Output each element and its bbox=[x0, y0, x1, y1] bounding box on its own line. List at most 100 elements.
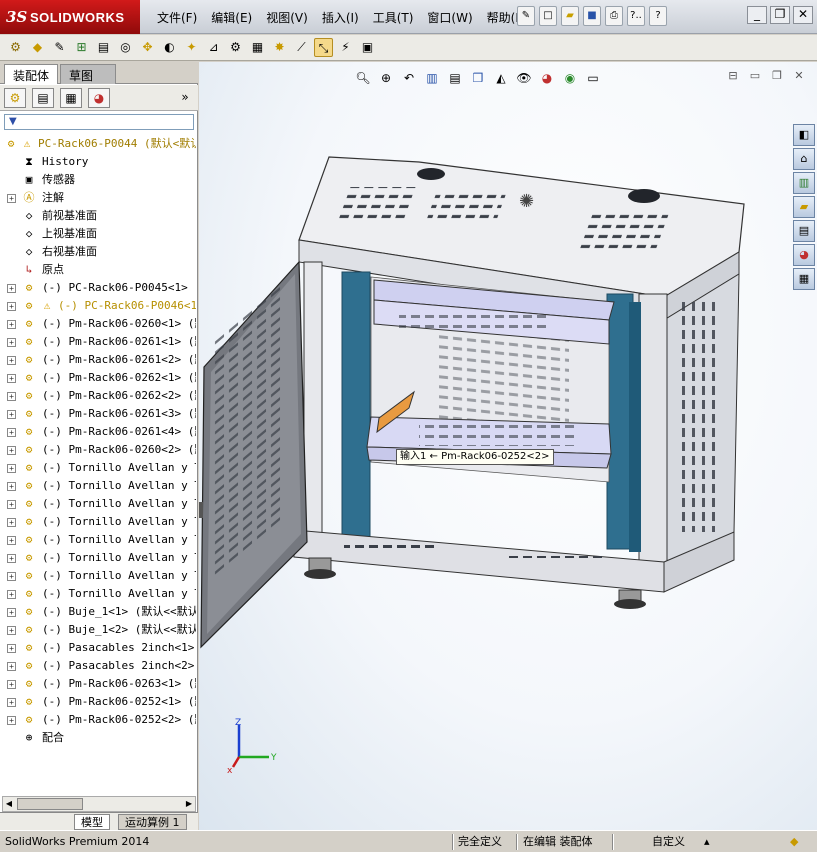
expand-icon[interactable]: + bbox=[7, 428, 16, 437]
y-axis-label: Y bbox=[270, 753, 277, 763]
part-icon: ⚙ bbox=[25, 389, 33, 402]
menu-view[interactable]: 视图(V) bbox=[259, 9, 315, 26]
expand-icon[interactable]: + bbox=[7, 410, 16, 419]
rebuild-tag-icon[interactable]: ◆ bbox=[790, 834, 798, 850]
expand-icon[interactable]: + bbox=[7, 500, 16, 509]
tab-motion-study[interactable]: 运动算例 1 bbox=[118, 814, 187, 830]
x-axis bbox=[231, 756, 241, 768]
status-defined: 完全定义 bbox=[458, 835, 502, 848]
rack-cabinet-model[interactable]: ✺ bbox=[199, 62, 817, 830]
expand-icon[interactable]: + bbox=[7, 518, 16, 527]
pin-icon[interactable]: ✎ bbox=[517, 6, 535, 26]
smart-fasteners-icon[interactable]: ◎ bbox=[116, 38, 135, 57]
tree-item-label: (-) Tornillo Avellan y Tue bbox=[42, 479, 196, 492]
view-palette-icon[interactable]: ▤ bbox=[793, 220, 815, 242]
scroll-right-icon[interactable]: ▶ bbox=[183, 798, 195, 810]
options-icon[interactable]: ▣ bbox=[358, 38, 377, 57]
expand-icon[interactable]: + bbox=[7, 338, 16, 347]
configuration-manager-icon[interactable]: ▦ bbox=[60, 88, 82, 108]
mate-icon[interactable]: ⊞ bbox=[72, 38, 91, 57]
feature-manager-icon[interactable]: ⚙ bbox=[4, 88, 26, 108]
home-icon[interactable]: ⌂ bbox=[793, 148, 815, 170]
expand-icon[interactable]: + bbox=[7, 698, 16, 707]
tree-filter-input[interactable]: ▼ bbox=[4, 114, 194, 130]
save-icon[interactable]: ■ bbox=[583, 6, 601, 26]
open-folder-icon[interactable]: ▰ bbox=[561, 6, 579, 26]
expand-icon[interactable]: + bbox=[7, 590, 16, 599]
assembly-features-icon[interactable]: ✦ bbox=[182, 38, 201, 57]
reference-geometry-icon[interactable]: ⊿ bbox=[204, 38, 223, 57]
units-selector[interactable]: 自定义 bbox=[652, 834, 685, 850]
scroll-left-icon[interactable]: ◀ bbox=[3, 798, 15, 810]
scroll-thumb[interactable] bbox=[17, 798, 83, 810]
z-axis-label: Z bbox=[235, 718, 241, 728]
expand-icon[interactable]: + bbox=[7, 302, 16, 311]
quick-access-toolbar: ✎ □ ▰ ■ ⎙ ?.. ? bbox=[517, 6, 667, 26]
expand-icon[interactable]: + bbox=[7, 482, 16, 491]
display-manager-icon[interactable]: ◕ bbox=[88, 88, 110, 108]
expand-icon[interactable]: + bbox=[7, 464, 16, 473]
solidworks-resources-icon[interactable]: ◧ bbox=[793, 124, 815, 146]
large-assembly-icon[interactable]: ⚡ bbox=[336, 38, 355, 57]
linear-pattern-icon[interactable]: ▤ bbox=[94, 38, 113, 57]
feature-manager-panel: 装配体 草图 ⚙ ▤ ▦ ◕ » ▼ ⚙ ⚠ PC-Rack06-P0044 (… bbox=[0, 62, 198, 830]
tab-assembly[interactable]: 装配体 bbox=[4, 64, 59, 84]
expand-icon[interactable]: + bbox=[7, 320, 16, 329]
graphics-viewport[interactable]: 🔍︎ ⊕ ↶ ▥ ▤ ❒ ◭ 👁︎ ◕ ◉ ▭ ⊟ ▭ ❐ ✕ ✺ 输入1 ← … bbox=[199, 62, 817, 830]
expand-icon[interactable]: + bbox=[7, 446, 16, 455]
expand-icon[interactable]: + bbox=[7, 356, 16, 365]
menu-window[interactable]: 窗口(W) bbox=[420, 9, 479, 26]
origin-icon: ↳ bbox=[25, 263, 33, 276]
tree-item-label: History bbox=[42, 155, 89, 168]
tab-sketch[interactable]: 草图 bbox=[60, 64, 116, 84]
exploded-view-icon[interactable]: ✸ bbox=[270, 38, 289, 57]
units-up-icon[interactable]: ▴ bbox=[704, 834, 710, 850]
move-component-icon[interactable]: ✥ bbox=[138, 38, 157, 57]
part-icon: ⚙ bbox=[25, 515, 33, 528]
component-callout: 输入1 ← Pm-Rack06-0252<2> bbox=[396, 449, 554, 465]
minimize-icon[interactable]: _ bbox=[747, 6, 767, 24]
restore-icon[interactable]: ❐ bbox=[770, 6, 790, 24]
expand-icon[interactable]: + bbox=[7, 572, 16, 581]
search-commands[interactable]: ?.. bbox=[627, 6, 645, 26]
menu-insert[interactable]: 插入(I) bbox=[315, 9, 366, 26]
help-icon[interactable]: ? bbox=[649, 6, 667, 26]
expand-icon[interactable]: + bbox=[7, 392, 16, 401]
expand-panel-icon[interactable]: » bbox=[174, 88, 196, 108]
menu-file[interactable]: 文件(F) bbox=[150, 9, 204, 26]
menu-edit[interactable]: 编辑(E) bbox=[204, 9, 259, 26]
expand-icon[interactable]: + bbox=[7, 284, 16, 293]
design-library-icon[interactable]: ▥ bbox=[793, 172, 815, 194]
expand-icon[interactable]: + bbox=[7, 716, 16, 725]
custom-properties-icon[interactable]: ▦ bbox=[793, 268, 815, 290]
expand-icon[interactable]: + bbox=[7, 644, 16, 653]
print-icon[interactable]: ⎙ bbox=[605, 6, 623, 26]
expand-icon[interactable]: + bbox=[7, 608, 16, 617]
expand-icon[interactable]: + bbox=[7, 626, 16, 635]
expand-icon[interactable]: + bbox=[7, 680, 16, 689]
expand-icon[interactable]: + bbox=[7, 194, 16, 203]
new-motion-study-icon[interactable]: ⚙ bbox=[226, 38, 245, 57]
part-icon: ⚙ bbox=[25, 623, 33, 636]
explode-line-icon[interactable]: ⟋ bbox=[292, 38, 311, 57]
file-explorer-icon[interactable]: ▰ bbox=[793, 196, 815, 218]
solidworks-logo[interactable]: 3S SOLIDWORKS bbox=[0, 0, 140, 34]
expand-icon[interactable]: + bbox=[7, 374, 16, 383]
property-manager-icon[interactable]: ▤ bbox=[32, 88, 54, 108]
new-part-icon[interactable]: ◆ bbox=[28, 38, 47, 57]
tree-horizontal-scrollbar[interactable]: ◀ ▶ bbox=[2, 796, 196, 812]
appearances-icon[interactable]: ◕ bbox=[793, 244, 815, 266]
tab-model[interactable]: 模型 bbox=[74, 814, 110, 830]
show-hidden-icon[interactable]: ◐ bbox=[160, 38, 179, 57]
close-icon[interactable]: ✕ bbox=[793, 6, 813, 24]
new-document-icon[interactable]: □ bbox=[539, 6, 557, 26]
insert-component-icon[interactable]: ⚙ bbox=[6, 38, 25, 57]
bill-of-materials-icon[interactable]: ▦ bbox=[248, 38, 267, 57]
expand-icon[interactable]: + bbox=[7, 554, 16, 563]
expand-icon[interactable]: + bbox=[7, 662, 16, 671]
menu-tools[interactable]: 工具(T) bbox=[366, 9, 421, 26]
expand-icon[interactable]: + bbox=[7, 536, 16, 545]
tree-item-label: (-) Tornillo Avellan y Tue bbox=[42, 551, 196, 564]
attach-icon[interactable]: ✎ bbox=[50, 38, 69, 57]
instant3d-icon[interactable]: ⤡ bbox=[314, 38, 333, 57]
